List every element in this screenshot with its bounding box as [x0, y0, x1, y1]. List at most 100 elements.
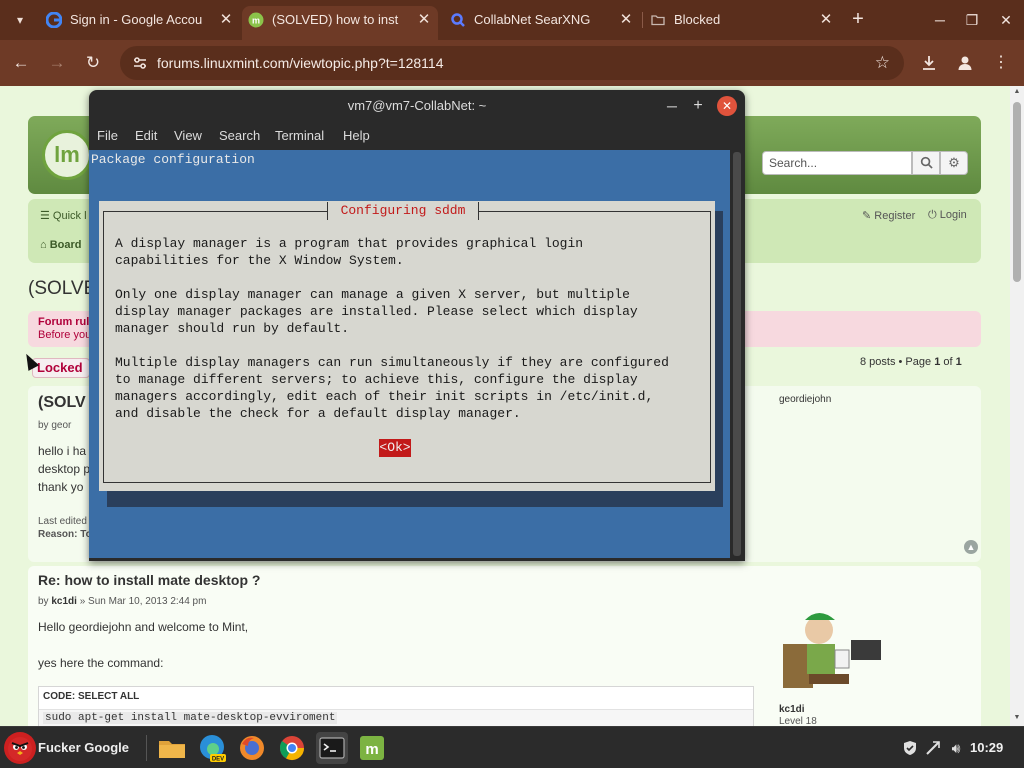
board-index-label: Board — [49, 239, 82, 251]
firefox-icon[interactable] — [236, 732, 268, 764]
scroll-down-arrow[interactable]: ▼ — [1010, 714, 1024, 721]
tab-searxng[interactable]: CollabNet SearXNG ✕ — [444, 6, 640, 34]
dialog-paragraph: Multiple display managers can run simult… — [115, 355, 669, 421]
close-tab-icon[interactable]: ✕ — [818, 6, 834, 34]
tab-search-dropdown[interactable]: ▾ — [8, 8, 32, 32]
files-folder-icon[interactable] — [156, 732, 188, 764]
menu-help[interactable]: Help — [343, 122, 370, 150]
register-link[interactable]: ✎ Register — [862, 209, 915, 222]
minimize-window-button[interactable]: ─ — [928, 8, 952, 32]
pagination: 8 posts • Page 1 of 1 — [860, 356, 962, 368]
post-text-line: yes here the command: — [38, 656, 164, 670]
tab-title: CollabNet SearXNG — [474, 12, 591, 27]
code-select-all[interactable]: CODE: SELECT ALL — [43, 691, 139, 702]
terminal-menubar: File Edit View Search Terminal Help — [89, 122, 745, 150]
taskbar-separator — [146, 735, 147, 761]
linux-mint-logo[interactable]: lm — [42, 130, 92, 180]
new-tab-button[interactable]: + — [846, 8, 870, 32]
clock[interactable]: 10:29 — [970, 727, 1003, 768]
scroll-up-arrow[interactable]: ▲ — [1010, 88, 1024, 95]
back-to-top-icon[interactable]: ▲ — [964, 540, 978, 554]
terminal-app-icon[interactable] — [316, 732, 348, 764]
menu-file[interactable]: File — [97, 122, 118, 150]
tab-blocked[interactable]: Blocked ✕ — [644, 6, 840, 34]
url-text: forums.linuxmint.com/viewtopic.php?t=128… — [157, 55, 444, 71]
terminal-title: vm7@vm7-CollabNet: ~ — [347, 98, 487, 113]
post-title[interactable]: (SOLV — [38, 394, 86, 412]
terminal-window: vm7@vm7-CollabNet: ~ ─ + ✕ File Edit Vie… — [89, 90, 745, 561]
package-configuration-heading: Package configuration — [91, 152, 255, 167]
menu-edit[interactable]: Edit — [135, 122, 157, 150]
post-reply: Re: how to install mate desktop ? by kc1… — [28, 566, 981, 726]
start-menu-icon[interactable] — [4, 732, 36, 764]
forum-rules-title[interactable]: Forum rul — [38, 316, 89, 328]
browser-menu-icon[interactable]: ⋮ — [988, 50, 1014, 76]
bookmark-star-icon[interactable]: ☆ — [875, 46, 890, 80]
close-tab-icon[interactable]: ✕ — [618, 6, 634, 34]
forum-rules-text: Before you — [38, 329, 92, 341]
tab-title: Blocked — [674, 12, 721, 27]
start-menu-label[interactable]: Fucker Google — [38, 727, 129, 768]
menu-view[interactable]: View — [174, 122, 202, 150]
terminal-close-button[interactable]: ✕ — [717, 96, 737, 116]
menu-terminal[interactable]: Terminal — [275, 122, 324, 150]
pagination-prefix: 8 posts • Page — [860, 356, 935, 368]
login-label: Login — [939, 209, 967, 221]
post-text-line: desktop p — [38, 462, 91, 476]
total-pages: 1 — [955, 356, 962, 368]
ok-button[interactable]: <Ok> — [379, 439, 411, 457]
post-text-line: hello i ha — [38, 444, 87, 458]
terminal-minimize-button[interactable]: ─ — [663, 94, 681, 118]
locked-button[interactable]: Locked — [32, 358, 90, 378]
network-icon[interactable] — [922, 727, 944, 768]
search-button[interactable] — [912, 151, 940, 175]
download-icon[interactable] — [916, 50, 942, 76]
shield-security-icon[interactable] — [898, 727, 922, 768]
post-edited-note: Last edited — [38, 516, 87, 527]
login-link[interactable]: ⏻ Login — [928, 209, 967, 222]
close-window-button[interactable]: ✕ — [994, 8, 1018, 32]
close-tab-icon[interactable]: ✕ — [218, 6, 234, 34]
dialog-paragraph: Only one display manager can manage a gi… — [115, 287, 638, 336]
terminal-screen[interactable]: Package configuration Configuring sddm A… — [89, 150, 730, 558]
close-tab-icon[interactable]: ✕ — [416, 6, 432, 34]
tab-title: Sign in - Google Accou — [70, 12, 203, 27]
tab-linuxmint-forum[interactable]: m (SOLVED) how to inst ✕ — [242, 6, 438, 40]
forward-button[interactable]: → — [44, 50, 70, 76]
quick-links-label: Quick l — [52, 210, 87, 222]
post-title[interactable]: Re: how to install mate desktop ? — [38, 572, 260, 588]
terminal-titlebar[interactable]: vm7@vm7-CollabNet: ~ ─ + ✕ — [89, 90, 745, 122]
board-index-link[interactable]: ⌂ Board — [40, 239, 81, 251]
edge-dev-browser-icon[interactable]: DEV — [196, 732, 228, 764]
post-username[interactable]: kc1di — [51, 596, 77, 607]
advanced-search-gear-icon[interactable]: ⚙ — [940, 151, 968, 175]
profile-avatar-icon[interactable] — [952, 50, 978, 76]
site-settings-icon[interactable] — [132, 55, 148, 71]
tab-google-signin[interactable]: Sign in - Google Accou ✕ — [40, 6, 240, 34]
post-author[interactable]: kc1di — [779, 704, 805, 715]
mint-update-manager-icon[interactable]: m — [356, 732, 388, 764]
post-edit-reason: Reason: To — [38, 529, 92, 540]
back-button[interactable]: ← — [8, 50, 34, 76]
post-author[interactable]: geordiejohn — [779, 394, 831, 405]
svg-text:DEV: DEV — [212, 757, 224, 763]
chrome-icon[interactable] — [276, 732, 308, 764]
menu-search[interactable]: Search — [219, 122, 260, 150]
forum-search-input[interactable]: Search... — [762, 151, 912, 175]
taskbar: Fucker Google DEV m 🔊︎ 10:29 — [0, 726, 1024, 768]
topic-title[interactable]: (SOLVE — [28, 278, 96, 300]
quick-links-menu[interactable]: ☰ Quick l — [40, 209, 87, 222]
scrollbar-thumb[interactable] — [1013, 102, 1021, 282]
page-scrollbar[interactable]: ▲ ▼ — [1010, 86, 1024, 726]
post-date: » Sun Mar 10, 2013 2:44 pm — [76, 596, 207, 607]
terminal-scrollbar[interactable] — [733, 152, 741, 556]
tab-title: (SOLVED) how to inst — [272, 12, 399, 27]
post-byline: by geor — [38, 420, 72, 431]
restore-window-button[interactable]: ❐ — [960, 8, 984, 32]
terminal-maximize-button[interactable]: + — [689, 94, 707, 118]
volume-icon[interactable]: 🔊︎ — [944, 727, 968, 768]
address-bar[interactable]: forums.linuxmint.com/viewtopic.php?t=128… — [120, 46, 904, 80]
svg-text:m: m — [365, 741, 378, 758]
reload-button[interactable]: ↻ — [80, 50, 106, 76]
tab-strip: ▾ Sign in - Google Accou ✕ m (SOLVED) ho… — [0, 0, 1024, 40]
